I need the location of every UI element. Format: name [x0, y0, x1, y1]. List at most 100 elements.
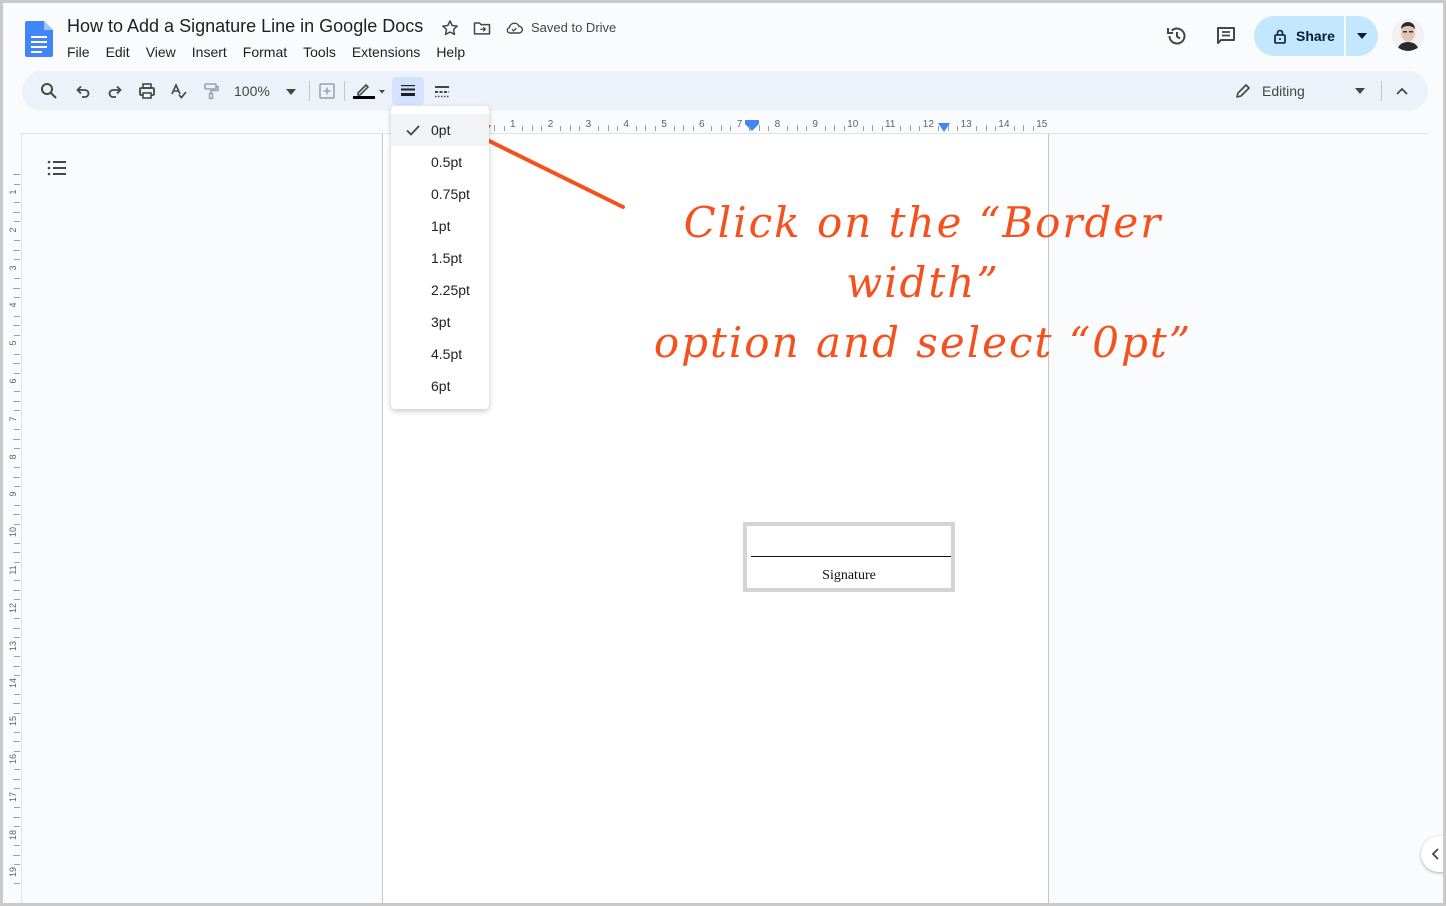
ruler-tick — [692, 126, 694, 131]
redo-button[interactable] — [103, 79, 127, 103]
border-width-option[interactable]: 2.25pt — [391, 274, 489, 306]
border-width-option[interactable]: 3pt — [391, 306, 489, 338]
share-button-group: Share — [1254, 16, 1378, 56]
border-width-option[interactable]: 0.75pt — [391, 178, 489, 210]
menu-format[interactable]: Format — [235, 43, 295, 63]
signature-table[interactable]: Signature — [743, 522, 955, 592]
ruler-tick — [13, 514, 20, 516]
border-width-option[interactable]: 0.5pt — [391, 146, 489, 178]
border-color-button[interactable] — [352, 79, 386, 103]
document-outline-icon[interactable] — [45, 156, 69, 180]
ruler-tick — [881, 126, 883, 131]
ruler-number: 9 — [812, 119, 818, 130]
google-docs-logo-icon[interactable] — [25, 21, 53, 57]
option-label: 0pt — [431, 122, 451, 138]
menu-extensions[interactable]: Extensions — [344, 43, 428, 63]
move-to-folder-icon[interactable] — [472, 18, 492, 38]
ruler-number: 16 — [8, 754, 18, 765]
ruler-tick — [14, 637, 20, 639]
border-width-option[interactable]: 1pt — [391, 210, 489, 242]
ruler-tick — [13, 816, 20, 818]
caret-down-icon — [1357, 33, 1367, 39]
menu-view[interactable]: View — [138, 43, 184, 63]
menu-help[interactable]: Help — [428, 43, 473, 63]
ruler-tick — [13, 552, 20, 554]
option-label: 4.5pt — [431, 346, 463, 362]
ruler-tick — [14, 882, 20, 884]
ruler-number: 5 — [661, 119, 667, 130]
ruler-number: 7 — [736, 119, 743, 130]
editing-mode-select[interactable]: Editing — [1234, 79, 1365, 103]
ruler-tick — [14, 278, 20, 280]
add-comment-button[interactable] — [315, 79, 339, 103]
border-dash-icon — [435, 86, 449, 98]
ruler-tick — [14, 769, 20, 771]
print-button[interactable] — [135, 79, 159, 103]
ruler-tick — [824, 126, 826, 131]
border-width-option[interactable]: 0pt — [391, 114, 489, 146]
paint-roller-icon — [204, 83, 219, 100]
indent-marker-icon[interactable] — [745, 120, 759, 132]
ruler-number: 1 — [8, 189, 18, 195]
ruler-tick — [14, 618, 20, 620]
toolbar-divider — [309, 81, 310, 101]
ruler-tick — [14, 296, 20, 298]
comments-icon[interactable] — [1214, 24, 1238, 48]
ruler-tick — [1013, 126, 1015, 131]
ruler-number: 14 — [8, 678, 18, 689]
ruler-tick — [14, 504, 20, 506]
hide-menus-button[interactable] — [1390, 79, 1414, 103]
search-menus-button[interactable] — [37, 79, 61, 103]
border-width-button[interactable] — [396, 79, 420, 103]
signature-line — [751, 556, 951, 557]
ruler-tick — [938, 126, 940, 131]
ruler-tick — [13, 438, 20, 440]
menu-insert[interactable]: Insert — [184, 43, 235, 63]
ruler-tick — [14, 750, 20, 752]
cloud-saved-icon[interactable] — [504, 18, 524, 38]
menu-tools[interactable]: Tools — [295, 43, 344, 63]
border-width-option[interactable]: 4.5pt — [391, 338, 489, 370]
ruler-tick — [900, 126, 902, 131]
ruler-tick — [13, 363, 20, 365]
spelling-check-button[interactable] — [167, 79, 191, 103]
share-button[interactable]: Share — [1254, 16, 1344, 56]
ruler-tick — [14, 353, 20, 355]
user-avatar[interactable] — [1392, 19, 1424, 51]
version-history-icon[interactable] — [1165, 24, 1189, 48]
chevron-left-icon — [1431, 848, 1439, 860]
border-dash-button[interactable] — [430, 79, 454, 103]
ruler-tick — [14, 259, 20, 261]
ruler-tick — [14, 410, 20, 412]
ruler-number: 7 — [8, 416, 18, 422]
share-dropdown-button[interactable] — [1346, 16, 1378, 56]
ruler-tick — [919, 126, 921, 131]
zoom-select[interactable]: 100% — [234, 79, 296, 103]
annotation-text: Click on the “Border width” option and s… — [603, 193, 1243, 373]
menu-edit[interactable]: Edit — [98, 43, 138, 63]
ruler-tick — [711, 126, 713, 131]
ruler-number: 12 — [922, 119, 934, 130]
ruler-number: 8 — [8, 454, 18, 460]
border-width-option[interactable]: 6pt — [391, 370, 489, 402]
ruler-tick — [13, 211, 20, 213]
chevron-up-icon — [1396, 87, 1408, 95]
ruler-tick — [14, 656, 20, 658]
window-frame: How to Add a Signature Line in Google Do… — [0, 0, 1446, 906]
paint-format-button[interactable] — [199, 79, 223, 103]
ruler-tick — [13, 854, 20, 856]
ruler-number: 3 — [8, 265, 18, 271]
menu-file[interactable]: File — [59, 43, 98, 63]
star-icon[interactable] — [440, 18, 460, 38]
ruler-tick — [994, 126, 996, 131]
ruler-number: 11 — [8, 565, 18, 575]
document-title[interactable]: How to Add a Signature Line in Google Do… — [67, 16, 423, 37]
ruler-tick — [749, 126, 751, 131]
ruler-tick — [805, 126, 807, 131]
ruler-number: 2 — [8, 227, 18, 233]
ruler-tick — [14, 467, 20, 469]
border-width-option[interactable]: 1.5pt — [391, 242, 489, 274]
undo-button[interactable] — [71, 79, 95, 103]
ruler-tick — [654, 126, 656, 131]
ruler-tick — [13, 627, 20, 629]
